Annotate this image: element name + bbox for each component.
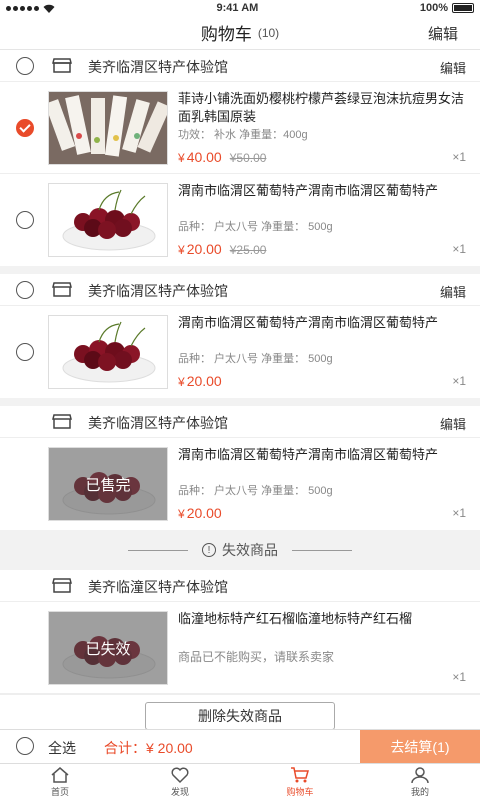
- cart-item[interactable]: 菲诗小铺洗面奶樱桃柠檬芦荟绿豆泡沫抗痘男女洁面乳韩国原装 功效： 补水 净重量：…: [0, 82, 480, 174]
- product-name[interactable]: 渭南市临渭区葡萄特产渭南市临渭区葡萄特产: [178, 182, 468, 200]
- invalid-overlay: 已失效: [49, 612, 167, 684]
- invalid-label: 失效商品: [222, 542, 278, 558]
- tab-label: 首页: [50, 787, 69, 797]
- shop-name[interactable]: 美齐临渭区特产体验馆: [88, 57, 228, 77]
- store-icon: [52, 58, 72, 73]
- invalid-section-header: ! 失效商品: [0, 530, 480, 570]
- shop-edit-button[interactable]: 编辑: [440, 58, 466, 77]
- sold-out-overlay: 已售完: [49, 448, 167, 520]
- wifi-icon: [43, 4, 55, 13]
- shop-header: 美齐临潼区特产体验馆: [0, 570, 480, 602]
- invalid-shop-group: 美齐临潼区特产体验馆 已失效 临潼地标特产红石榴临潼地标特产红石榴 商品已不能购…: [0, 570, 480, 736]
- battery-percent: 100%: [419, 2, 448, 14]
- product-image[interactable]: 已失效: [48, 611, 168, 685]
- shop-header: 美齐临渭区特产体验馆 编辑: [0, 274, 480, 306]
- shop-name[interactable]: 美齐临渭区特产体验馆: [88, 413, 228, 433]
- product-price: ¥20.00 ¥25.00: [178, 241, 267, 257]
- product-spec: 功效： 补水 净重量：400g: [178, 129, 308, 141]
- user-icon: [411, 767, 429, 784]
- checkout-button[interactable]: 去结算(1): [360, 730, 480, 764]
- product-quantity: ×1: [452, 670, 466, 684]
- signal-icon: [6, 5, 39, 11]
- divider-line: [292, 549, 352, 551]
- shop-select-radio[interactable]: [16, 281, 34, 299]
- product-image[interactable]: [48, 183, 168, 257]
- shop-edit-button[interactable]: 编辑: [440, 414, 466, 433]
- product-name[interactable]: 临潼地标特产红石榴临潼地标特产红石榴: [178, 610, 468, 628]
- product-name[interactable]: 渭南市临渭区葡萄特产渭南市临渭区葡萄特产: [178, 446, 468, 464]
- store-icon: [52, 282, 72, 297]
- price-value: 20.00: [186, 373, 222, 389]
- product-quantity: ×1: [452, 374, 466, 388]
- product-quantity: ×1: [452, 242, 466, 256]
- invalid-note: 商品已不能购买，请联系卖家: [178, 650, 335, 664]
- product-quantity: ×1: [452, 150, 466, 164]
- total-label: 合计：: [104, 740, 146, 756]
- select-all-radio[interactable]: [16, 737, 34, 755]
- store-icon: [52, 414, 72, 429]
- cart-item[interactable]: 渭南市临渭区葡萄特产渭南市临渭区葡萄特产 品种： 户太八号 净重量： 500g …: [0, 306, 480, 398]
- cart-icon: [291, 767, 309, 783]
- delete-invalid-button[interactable]: 删除失效商品: [145, 701, 335, 730]
- status-time: 9:41 AM: [216, 2, 259, 14]
- item-select-radio[interactable]: [16, 343, 34, 361]
- item-select-radio[interactable]: [16, 211, 34, 229]
- page-title: 购物车: [200, 25, 252, 44]
- divider-line: [128, 549, 188, 551]
- checkout-bar: 全选 合计：¥ 20.00 去结算(1): [0, 729, 480, 764]
- product-name[interactable]: 渭南市临渭区葡萄特产渭南市临渭区葡萄特产: [178, 314, 468, 332]
- product-price: ¥40.00 ¥50.00: [178, 149, 267, 165]
- tab-cart[interactable]: 购物车: [240, 764, 360, 800]
- tab-discover[interactable]: 发现: [120, 764, 240, 800]
- product-name[interactable]: 菲诗小铺洗面奶樱桃柠檬芦荟绿豆泡沫抗痘男女洁面乳韩国原装: [178, 90, 468, 126]
- shop-group: 美齐临渭区特产体验馆 编辑 菲诗小铺洗面奶樱桃柠檬芦荟绿豆泡沫抗痘男女洁面乳韩国…: [0, 50, 480, 266]
- total-price: 合计：¥ 20.00: [104, 738, 193, 758]
- cart-count: (10): [257, 25, 280, 40]
- product-image[interactable]: 已售完: [48, 447, 168, 521]
- tab-me[interactable]: 我的: [360, 764, 480, 800]
- product-spec: 品种： 户太八号 净重量： 500g: [178, 485, 333, 497]
- shop-name[interactable]: 美齐临渭区特产体验馆: [88, 281, 228, 301]
- product-price: ¥20.00: [178, 373, 222, 389]
- product-image[interactable]: [48, 91, 168, 165]
- tab-label: 发现: [170, 787, 189, 797]
- item-select-radio[interactable]: [16, 119, 34, 137]
- total-value: ¥ 20.00: [146, 740, 193, 756]
- original-price: ¥25.00: [229, 243, 267, 257]
- invalid-item[interactable]: 已失效 临潼地标特产红石榴临潼地标特产红石榴 商品已不能购买，请联系卖家 ×1: [0, 602, 480, 694]
- shop-group: 美齐临渭区特产体验馆 编辑 已售完 渭南市临渭区葡萄特产渭南市临渭区葡萄特产 品…: [0, 406, 480, 530]
- product-image[interactable]: [48, 315, 168, 389]
- original-price: ¥50.00: [229, 151, 267, 165]
- heart-icon: [171, 767, 189, 784]
- battery-icon: [451, 3, 474, 13]
- status-bar: 9:41 AM 100%: [0, 0, 480, 16]
- tab-home[interactable]: 首页: [0, 764, 120, 800]
- tab-bar: 首页 发现 购物车 我的: [0, 763, 480, 800]
- shop-header: 美齐临渭区特产体验馆 编辑: [0, 50, 480, 82]
- home-icon: [51, 767, 69, 783]
- select-all-label[interactable]: 全选: [48, 738, 76, 758]
- shop-group: 美齐临渭区特产体验馆 编辑 渭南市临渭区葡萄特产渭南市临渭区葡萄特产 品种： 户…: [0, 274, 480, 398]
- product-price: ¥20.00: [178, 505, 222, 521]
- price-value: 20.00: [186, 241, 222, 257]
- shop-header: 美齐临渭区特产体验馆 编辑: [0, 406, 480, 438]
- cart-list[interactable]: 美齐临渭区特产体验馆 编辑 菲诗小铺洗面奶樱桃柠檬芦荟绿豆泡沫抗痘男女洁面乳韩国…: [0, 50, 480, 736]
- warning-icon: !: [202, 543, 216, 557]
- shop-select-radio[interactable]: [16, 57, 34, 75]
- tab-label: 我的: [410, 787, 429, 797]
- cart-item[interactable]: 已售完 渭南市临渭区葡萄特产渭南市临渭区葡萄特产 品种： 户太八号 净重量： 5…: [0, 438, 480, 530]
- product-spec: 品种： 户太八号 净重量： 500g: [178, 353, 333, 365]
- price-value: 20.00: [186, 505, 222, 521]
- tab-label: 购物车: [286, 787, 314, 797]
- cart-item[interactable]: 渭南市临渭区葡萄特产渭南市临渭区葡萄特产 品种： 户太八号 净重量： 500g …: [0, 174, 480, 266]
- nav-bar: 购物车 (10) 编辑: [0, 16, 480, 50]
- shop-name[interactable]: 美齐临潼区特产体验馆: [88, 577, 228, 597]
- product-quantity: ×1: [452, 506, 466, 520]
- product-spec: 品种： 户太八号 净重量： 500g: [178, 221, 333, 233]
- price-value: 40.00: [186, 149, 222, 165]
- shop-edit-button[interactable]: 编辑: [440, 282, 466, 301]
- store-icon: [52, 578, 72, 593]
- edit-button[interactable]: 编辑: [428, 23, 458, 44]
